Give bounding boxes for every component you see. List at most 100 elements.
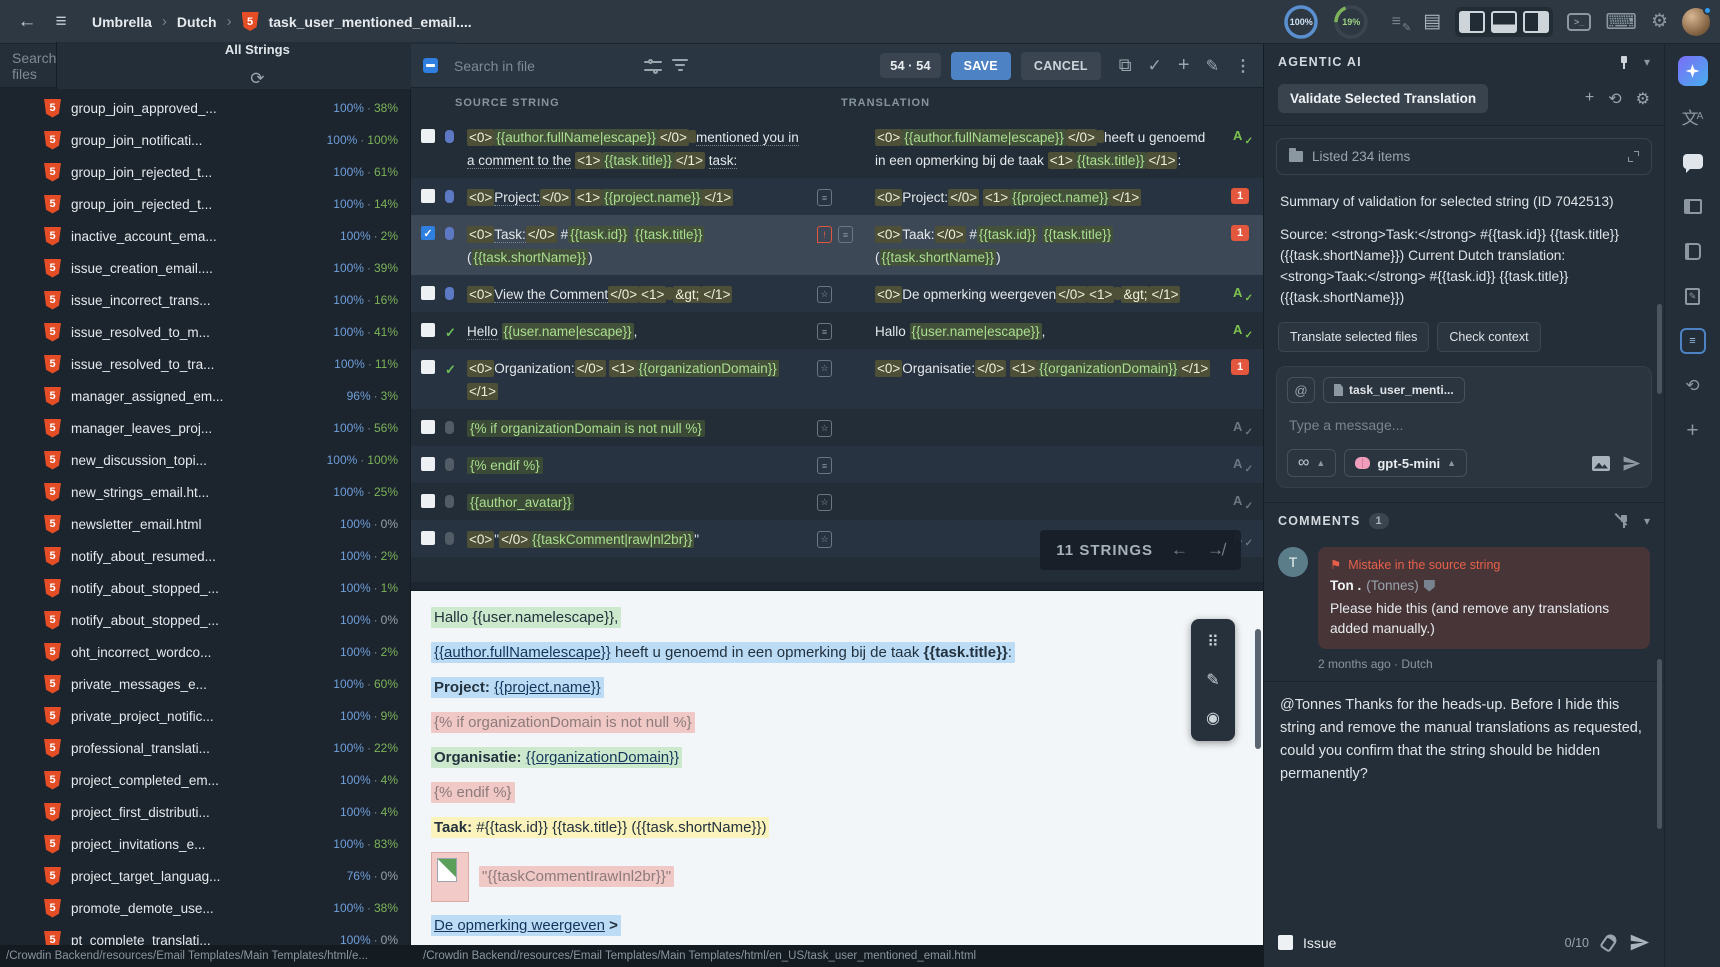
file-item[interactable]: 5notify_about_resumed...100%·2% xyxy=(0,540,410,572)
source-string[interactable]: <0>Project:</0> <1>{{project.name}}</1> xyxy=(467,186,817,209)
issue-checkbox[interactable] xyxy=(1278,935,1293,950)
translated-progress-ring[interactable]: 100% xyxy=(1283,4,1319,40)
attach-image-icon[interactable] xyxy=(1592,456,1610,471)
source-string[interactable]: <0>Organization:</0> <1>{{organizationDo… xyxy=(467,357,817,403)
string-checkbox[interactable] xyxy=(421,420,435,434)
ai-settings-icon[interactable]: ⚙ xyxy=(1636,89,1650,109)
context-panel-icon[interactable] xyxy=(1678,191,1708,221)
search-in-file-input[interactable]: Search in file xyxy=(454,58,634,74)
attached-file-chip[interactable]: task_user_menti... xyxy=(1323,377,1465,403)
preview-link[interactable]: De opmerking weergeven xyxy=(434,917,605,934)
chat-message-input[interactable]: Type a message... xyxy=(1287,403,1641,449)
comment-author[interactable]: Ton . xyxy=(1330,578,1361,593)
breadcrumb-file[interactable]: task_user_mentioned_email.... xyxy=(269,14,472,30)
file-item[interactable]: 5notify_about_stopped_...100%·0% xyxy=(0,604,410,636)
preview-link[interactable]: {{author.fullNamelescape}} xyxy=(434,644,611,661)
screenshot-card-icon[interactable]: ≡ xyxy=(838,226,853,243)
add-panel-icon[interactable]: + xyxy=(1678,416,1708,446)
file-item[interactable]: 5issue_resolved_to_tra...100%·11% xyxy=(0,348,410,380)
file-item[interactable]: 5group_join_rejected_t...100%·14% xyxy=(0,188,410,220)
chevron-down-icon[interactable]: ▾ xyxy=(1644,514,1650,528)
source-string[interactable]: <0>View the Comment</0><1>&gt;</1> xyxy=(467,283,817,306)
expand-icon[interactable] xyxy=(1628,151,1639,162)
pin-icon[interactable] xyxy=(1618,56,1630,68)
string-row[interactable]: <0>View the Comment</0><1>&gt;</1>☆<0>De… xyxy=(411,275,1263,312)
file-item[interactable]: 5professional_translati...100%·22% xyxy=(0,732,410,764)
qa-issue-badge[interactable]: 1 xyxy=(1231,359,1249,375)
screenshot-card-icon[interactable]: ≡ xyxy=(817,457,832,474)
file-item[interactable]: 5group_join_approved_...100%·38% xyxy=(0,92,410,124)
select-all-checkbox[interactable] xyxy=(423,58,438,73)
file-item[interactable]: 5oht_incorrect_wordco...100%·2% xyxy=(0,636,410,668)
source-string[interactable]: {% endif %} xyxy=(467,454,817,477)
file-item[interactable]: 5new_strings_email.ht...100%·25% xyxy=(0,476,410,508)
check-context-button[interactable]: Check context xyxy=(1437,322,1540,352)
string-row[interactable]: {% endif %}≡A✓ xyxy=(411,446,1263,483)
mt-suggestions-icon[interactable]: ≡✎ xyxy=(1383,13,1409,31)
mention-button[interactable]: @ xyxy=(1287,377,1315,403)
qa-issue-badge[interactable]: 1 xyxy=(1231,188,1249,204)
more-options-icon[interactable]: ⋮ xyxy=(1235,56,1251,76)
drag-handle-icon[interactable]: ⠿ xyxy=(1196,625,1230,659)
source-string[interactable]: {{author_avatar}} xyxy=(467,491,817,514)
file-item[interactable]: 5project_completed_em...100%·4% xyxy=(0,764,410,796)
translation-string[interactable]: Hallo {{user.name|escape}}, xyxy=(875,320,1217,343)
edit-icon[interactable]: ✎ xyxy=(1206,56,1219,76)
console-icon[interactable]: >_ xyxy=(1567,13,1591,31)
file-item[interactable]: 5private_messages_e...100%·60% xyxy=(0,668,410,700)
search-options-icon[interactable] xyxy=(644,59,662,73)
reply-draft-text[interactable]: @Tonnes Thanks for the heads-up. Before … xyxy=(1264,682,1664,798)
sync-icon[interactable]: ⟲ xyxy=(1678,371,1708,401)
string-checkbox[interactable] xyxy=(421,531,435,545)
string-row[interactable]: <0>Project:</0> <1>{{project.name}}</1>≡… xyxy=(411,178,1263,215)
mode-dropdown[interactable]: ∞ ▲ xyxy=(1287,449,1336,477)
context-card-icon[interactable]: ☆ xyxy=(817,494,832,511)
listed-items-box[interactable]: Listed 234 items xyxy=(1276,138,1652,175)
file-item[interactable]: 5new_discussion_topi...100%·100% xyxy=(0,444,410,476)
glossary-icon[interactable] xyxy=(1678,236,1708,266)
string-row[interactable]: ✓<0>Organization:</0> <1>{{organizationD… xyxy=(411,349,1263,409)
table-view-icon[interactable]: ▤ xyxy=(1423,10,1441,33)
source-string[interactable]: <0>{{author.fullName|escape}}</0>mention… xyxy=(467,126,817,172)
highlight-edit-icon[interactable]: ✎ xyxy=(1196,663,1230,697)
qa-issue-badge[interactable]: 1 xyxy=(1231,225,1249,241)
prev-page-icon[interactable]: ← xyxy=(1171,540,1189,560)
file-item[interactable]: 5manager_assigned_em...96%·3% xyxy=(0,380,410,412)
copy-source-icon[interactable]: ⧉ xyxy=(1119,55,1132,76)
file-item[interactable]: 5issue_creation_email....100%·39% xyxy=(0,252,410,284)
settings-icon[interactable]: ⚙ xyxy=(1651,10,1668,33)
context-card-icon[interactable]: ☆ xyxy=(817,420,832,437)
translation-string[interactable]: <0>Project:</0> <1>{{project.name}}</1> xyxy=(875,186,1217,209)
file-item[interactable]: 5manager_leaves_proj...100%·56% xyxy=(0,412,410,444)
context-card-icon[interactable]: ☆ xyxy=(817,360,832,377)
strings-filter-dropdown[interactable]: All Strings xyxy=(225,42,290,57)
attachment-icon[interactable] xyxy=(1599,932,1619,953)
send-comment-icon[interactable] xyxy=(1629,932,1650,953)
user-avatar[interactable] xyxy=(1682,8,1710,36)
string-checkbox[interactable] xyxy=(421,129,435,143)
string-checkbox[interactable] xyxy=(421,189,435,203)
screenshot-card-icon[interactable]: ≡ xyxy=(817,323,832,340)
keyboard-shortcuts-icon[interactable]: ⌨ xyxy=(1605,9,1637,35)
preview-link[interactable]: {{project.name}} xyxy=(494,679,601,696)
file-item[interactable]: 5issue_resolved_to_m...100%·41% xyxy=(0,316,410,348)
translate-icon[interactable]: 文A xyxy=(1678,101,1708,131)
next-page-icon[interactable]: ↛ xyxy=(1207,540,1225,560)
translation-string[interactable]: <0>Organisatie:</0> <1>{{organizationDom… xyxy=(875,357,1217,380)
string-row[interactable]: <0>Task:</0> #{{task.id}} {{task.title}}… xyxy=(411,215,1263,275)
file-item[interactable]: 5group_join_notificati...100%·100% xyxy=(0,124,410,156)
save-button[interactable]: SAVE xyxy=(951,52,1011,80)
string-checkbox[interactable] xyxy=(421,323,435,337)
new-chat-icon[interactable]: + xyxy=(1585,89,1594,109)
string-checkbox[interactable] xyxy=(421,494,435,508)
file-item[interactable]: 5project_invitations_e...100%·83% xyxy=(0,828,410,860)
approve-icon[interactable]: ✓ xyxy=(1148,56,1162,76)
unpin-icon[interactable] xyxy=(1618,515,1630,527)
comments-scrollbar[interactable] xyxy=(1657,659,1662,829)
string-row[interactable]: ✓Hello {{user.name|escape}},≡Hallo {{use… xyxy=(411,312,1263,349)
translation-string[interactable]: <0>De opmerking weergeven</0><1>&gt;</1> xyxy=(875,283,1217,306)
file-item[interactable]: 5group_join_rejected_t...100%·61% xyxy=(0,156,410,188)
chevron-down-icon[interactable]: ▾ xyxy=(1644,55,1650,69)
menu-icon[interactable]: ≡ xyxy=(44,11,78,33)
preview-scrollbar[interactable] xyxy=(1255,629,1261,749)
